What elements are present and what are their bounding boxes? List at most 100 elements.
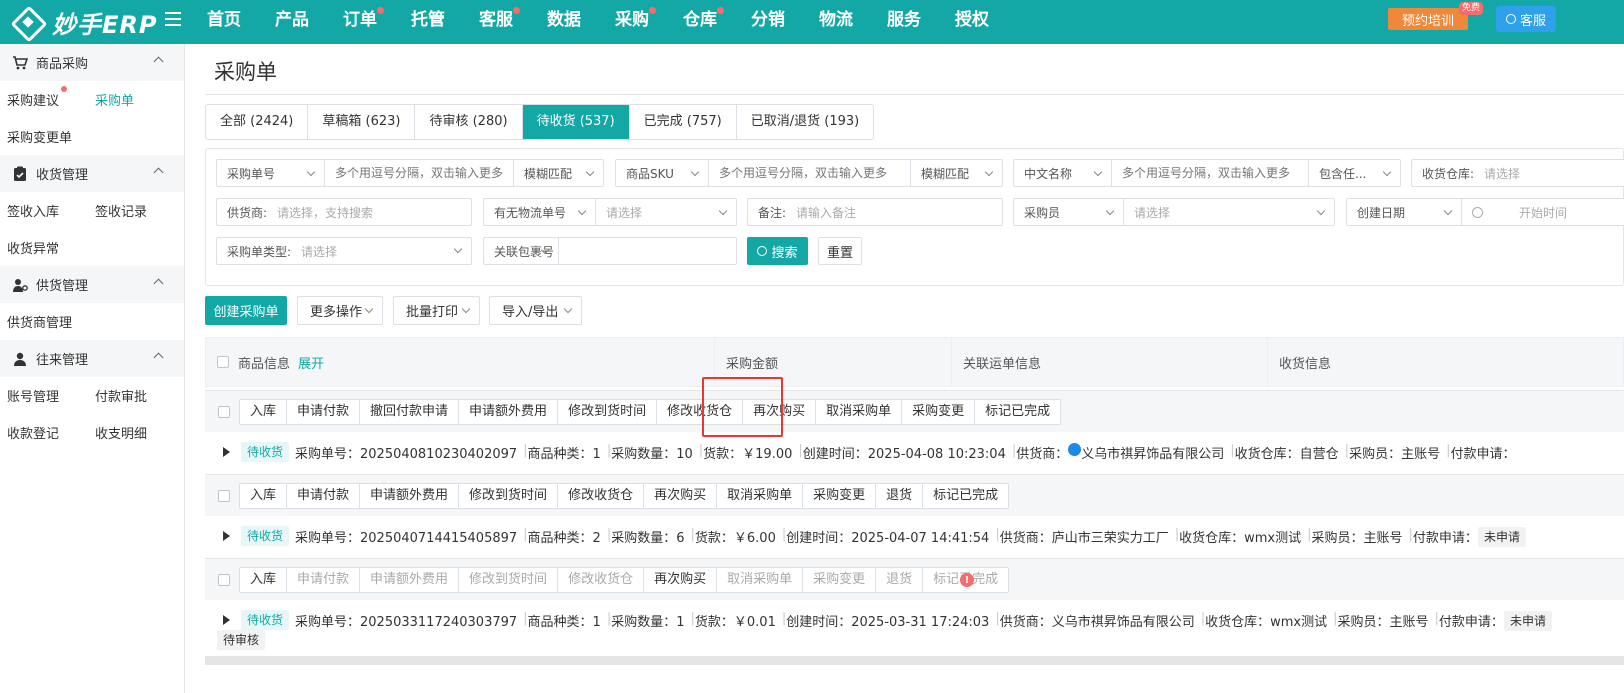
nav-item-distribution[interactable]: 分销 [734, 0, 802, 44]
reset-button[interactable]: 重置 [818, 237, 862, 265]
buyer: 采购员：主账号 [1337, 615, 1429, 630]
nav-item-services[interactable]: 服务 [870, 0, 938, 44]
logo[interactable]: 妙手ERP [10, 5, 157, 39]
sidebar-item-purchase-order[interactable]: 采购单 [88, 90, 176, 109]
po-number-match-select[interactable]: 模糊匹配 [513, 160, 603, 186]
po-number-input[interactable] [325, 166, 513, 180]
sidebar-item-supplier-management[interactable]: 供货商管理 [0, 312, 120, 331]
withdraw-payment-button[interactable]: 撤回付款申请 [360, 400, 460, 424]
warning-icon[interactable]: ! [960, 573, 974, 587]
rebuy-button[interactable]: 再次购买 [644, 484, 718, 508]
sidebar-group-supply[interactable]: 供货管理 [0, 266, 184, 303]
customer-service-button[interactable]: 客服 [1496, 6, 1556, 32]
extra-fee-button[interactable]: 申请额外费用 [360, 484, 460, 508]
cancel-po-button[interactable]: 取消采购单 [717, 484, 804, 508]
name-type-select[interactable]: 中文名称 [1014, 160, 1112, 186]
create-po-button[interactable]: 创建采购单 [205, 296, 287, 325]
name-match-select[interactable]: 包含任... [1308, 160, 1400, 186]
buyer-type-select[interactable]: 采购员 [1014, 199, 1124, 225]
tab-cancelled-returned[interactable]: 已取消/退货 (193) [737, 105, 873, 139]
sidebar-group-transactions[interactable]: 往来管理 [0, 340, 184, 377]
nav-item-hosting[interactable]: 托管 [394, 0, 462, 44]
batch-print-dropdown[interactable]: 批量打印 [393, 296, 480, 325]
modify-warehouse-button[interactable]: 修改收货仓 [558, 484, 645, 508]
po-type-filter[interactable]: 采购单类型: 请选择 [216, 237, 472, 265]
request-payment-button[interactable]: 申请付款 [287, 400, 361, 424]
sidebar-item-income-expense[interactable]: 收支明细 [88, 423, 176, 442]
start-date-input[interactable]: 开始时间 [1483, 204, 1624, 221]
rebuy-button[interactable]: 再次购买 [644, 568, 718, 592]
purchase-change-button[interactable]: 采购变更 [902, 400, 976, 424]
sidebar-item-payment-approval[interactable]: 付款审批 [88, 386, 176, 405]
purchase-change-button[interactable]: 采购变更 [803, 484, 877, 508]
nav-item-orders[interactable]: 订单 [326, 0, 394, 44]
warehouse-filter[interactable]: 收货仓库: 请选择 [1411, 159, 1624, 187]
date-type-select[interactable]: 创建日期 [1347, 199, 1462, 225]
nav-item-data[interactable]: 数据 [530, 0, 598, 44]
expand-row-icon[interactable] [223, 531, 230, 541]
logistics-type-select[interactable]: 有无物流单号 [484, 199, 596, 225]
chinese-name-input[interactable] [1112, 166, 1308, 180]
nav-item-customer-service[interactable]: 客服 [462, 0, 530, 44]
nav-item-purchase[interactable]: 采购 [598, 0, 666, 44]
nav-item-authorization[interactable]: 授权 [938, 0, 1006, 44]
package-input[interactable] [559, 238, 736, 264]
stock-in-button[interactable]: 入库 [240, 484, 288, 508]
import-export-dropdown[interactable]: 导入/导出 [489, 296, 582, 325]
mark-complete-button[interactable]: 标记已完成 [975, 400, 1060, 424]
tab-drafts[interactable]: 草稿箱 (623) [308, 105, 416, 139]
package-type-select[interactable]: 关联包裹号 [484, 238, 559, 264]
sidebar-item-purchase-suggestion[interactable]: 采购建议 [0, 86, 88, 109]
sidebar-item-receipt-registration[interactable]: 收款登记 [0, 423, 88, 442]
request-payment-button[interactable]: 申请付款 [287, 484, 361, 508]
sku-match-select[interactable]: 模糊匹配 [910, 160, 1002, 186]
supplier-name[interactable]: 庐山市三荣实力工厂 [1052, 527, 1169, 547]
sidebar-item-purchase-change[interactable]: 采购变更单 [0, 127, 120, 146]
select-all-checkbox[interactable] [217, 356, 229, 368]
nav-item-products[interactable]: 产品 [258, 0, 326, 44]
expand-link[interactable]: 展开 [298, 353, 324, 372]
menu-toggle-icon[interactable] [165, 12, 181, 28]
row-checkbox[interactable] [218, 406, 230, 418]
modify-arrival-time-button[interactable]: 修改到货时间 [558, 400, 658, 424]
expand-row-icon[interactable] [223, 615, 230, 625]
po-number-type-select[interactable]: 采购单号 [217, 160, 325, 186]
return-button[interactable]: 退货 [876, 484, 924, 508]
sidebar-group-receiving[interactable]: 收货管理 [0, 155, 184, 192]
supplier-name[interactable]: 义乌市祺昇饰品有限公司 [1081, 443, 1224, 462]
book-training-button[interactable]: 预约培训 [1388, 8, 1468, 30]
sku-type-select[interactable]: 商品SKU [616, 160, 709, 186]
nav-item-warehouse[interactable]: 仓库 [666, 0, 734, 44]
sidebar-item-sign-records[interactable]: 签收记录 [88, 201, 176, 220]
modify-arrival-time-button: 修改到货时间 [459, 568, 559, 592]
tab-all[interactable]: 全部 (2424) [206, 105, 309, 139]
more-actions-dropdown[interactable]: 更多操作 [297, 296, 383, 325]
stock-in-button[interactable]: 入库 [240, 400, 288, 424]
mark-complete-button[interactable]: 标记已完成 [923, 484, 1008, 508]
expand-row-icon[interactable] [223, 447, 230, 457]
service-label: 客服 [1519, 13, 1546, 29]
tab-completed[interactable]: 已完成 (757) [630, 105, 737, 139]
modify-arrival-time-button[interactable]: 修改到货时间 [459, 484, 559, 508]
cancel-po-button[interactable]: 取消采购单 [816, 400, 903, 424]
supplier-name[interactable]: 义乌市祺昇饰品有限公司 [1052, 611, 1195, 631]
order-summary-row: 待收货 采购单号：2025033117240303797 | 商品种类：1 | 采购… [205, 600, 1624, 656]
row-checkbox[interactable] [218, 490, 230, 502]
remark-filter[interactable]: 备注: 请输入备注 [747, 198, 1003, 226]
stock-in-button[interactable]: 入库 [240, 568, 288, 592]
nav-item-home[interactable]: 首页 [190, 0, 258, 44]
sidebar-item-sign-in-stock[interactable]: 签收入库 [0, 201, 88, 220]
extra-fee-button[interactable]: 申请额外费用 [459, 400, 559, 424]
sidebar-group-product-purchase[interactable]: 商品采购 [0, 44, 184, 81]
row-checkbox[interactable] [218, 574, 230, 586]
nav-item-logistics[interactable]: 物流 [802, 0, 870, 44]
tab-pending-receipt[interactable]: 待收货 (537) [522, 105, 630, 139]
sku-input[interactable] [709, 166, 910, 180]
tab-pending-review[interactable]: 待审核 (280) [415, 105, 523, 139]
logistics-value-select[interactable]: 请选择 [596, 199, 736, 225]
sidebar-item-receiving-exception[interactable]: 收货异常 [0, 238, 88, 257]
sidebar-item-account-management[interactable]: 账号管理 [0, 386, 88, 405]
search-button[interactable]: 搜索 [747, 237, 808, 265]
supplier-filter[interactable]: 供货商: 请选择，支持搜索 [216, 198, 472, 226]
buyer-value-select[interactable]: 请选择 [1124, 199, 1334, 225]
